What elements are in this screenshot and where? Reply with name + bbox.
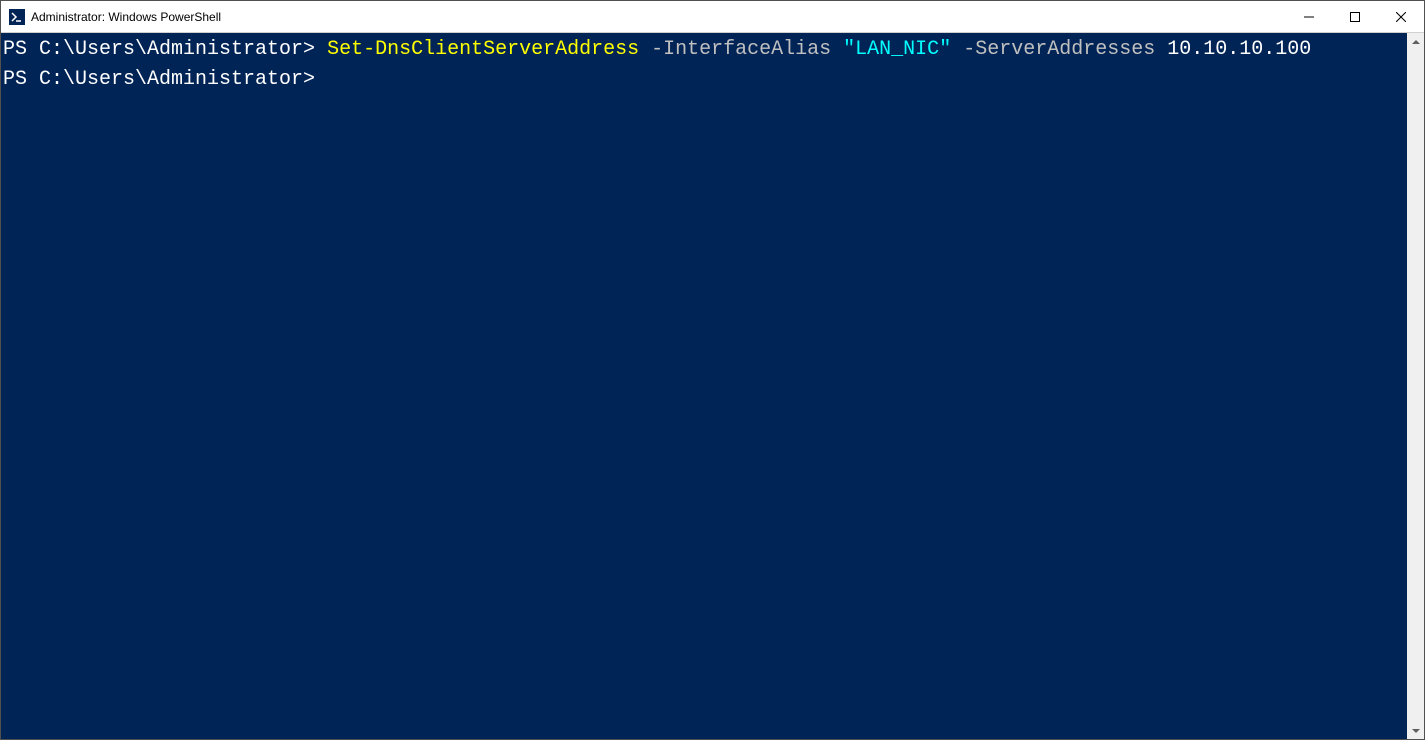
param-serveraddresses: -ServerAddresses — [951, 38, 1167, 61]
scroll-up-arrow[interactable] — [1407, 33, 1424, 50]
close-button[interactable] — [1378, 1, 1424, 32]
maximize-button[interactable] — [1332, 1, 1378, 32]
window-title: Administrator: Windows PowerShell — [31, 10, 1286, 24]
prompt-1: PS C:\Users\Administrator> — [3, 38, 327, 61]
minimize-button[interactable] — [1286, 1, 1332, 32]
powershell-icon — [9, 9, 25, 25]
powershell-window: Administrator: Windows PowerShell PS C:\ — [0, 0, 1425, 740]
terminal-area[interactable]: PS C:\Users\Administrator> Set-DnsClient… — [1, 33, 1407, 739]
terminal-container: PS C:\Users\Administrator> Set-DnsClient… — [1, 33, 1424, 739]
ip-value: 10.10.10.100 — [1167, 38, 1311, 61]
titlebar[interactable]: Administrator: Windows PowerShell — [1, 1, 1424, 33]
vertical-scrollbar[interactable] — [1407, 33, 1424, 739]
window-controls — [1286, 1, 1424, 32]
string-lannic: "LAN_NIC" — [843, 38, 951, 61]
cmdlet-text: Set-DnsClientServerAddress — [327, 38, 639, 61]
prompt-2: PS C:\Users\Administrator> — [3, 68, 315, 91]
scroll-down-arrow[interactable] — [1407, 722, 1424, 739]
scroll-track[interactable] — [1407, 50, 1424, 722]
param-interfacealias: -InterfaceAlias — [639, 38, 843, 61]
